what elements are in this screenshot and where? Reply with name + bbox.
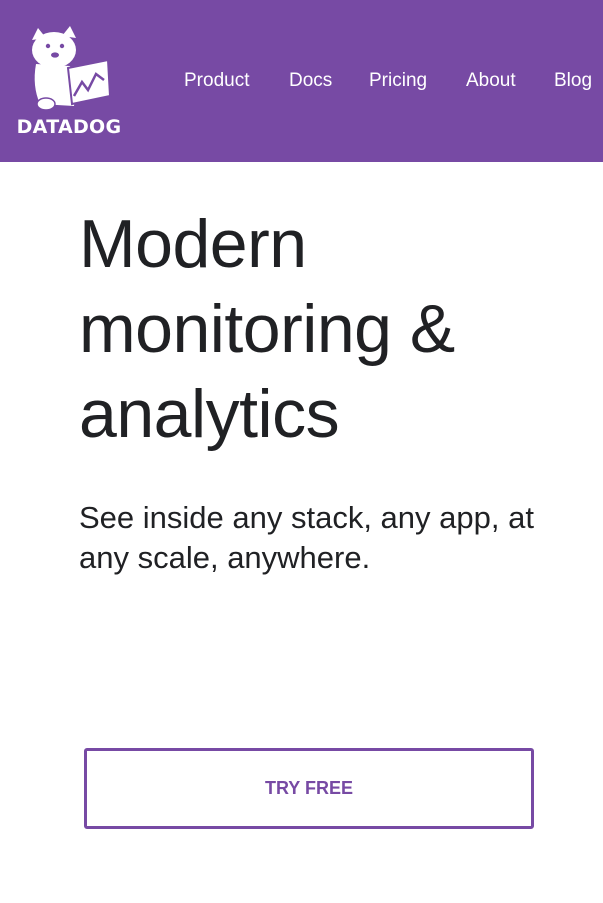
main-nav: Product Docs Pricing About Blog (0, 68, 603, 94)
nav-item-product[interactable]: Product (184, 68, 249, 94)
try-free-button[interactable]: TRY FREE (84, 748, 534, 829)
hero-title: Modern monitoring & analytics (79, 206, 455, 452)
nav-item-blog[interactable]: Blog (554, 68, 592, 94)
brand-name: DATADOG (16, 116, 122, 138)
nav-item-about[interactable]: About (466, 68, 516, 94)
hero-subtitle: See inside any stack, any app, at any sc… (79, 500, 534, 575)
top-header: DATADOG Product Docs Pricing About Blog (0, 0, 603, 162)
nav-item-pricing[interactable]: Pricing (369, 68, 427, 94)
nav-item-docs[interactable]: Docs (289, 68, 332, 94)
